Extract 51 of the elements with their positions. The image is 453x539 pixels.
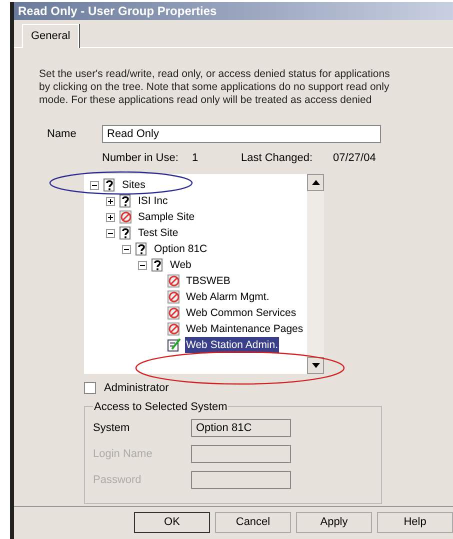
collapse-icon[interactable]	[106, 228, 115, 238]
collapse-icon[interactable]	[90, 180, 99, 190]
question-mark-icon	[119, 226, 133, 240]
dialog-button[interactable]: Cancel	[215, 512, 291, 533]
name-field[interactable]: Read Only	[102, 125, 381, 143]
name-label: Name	[47, 126, 78, 142]
collapse-icon[interactable]	[122, 244, 131, 254]
tree-item[interactable]: Sites	[121, 177, 146, 193]
tab[interactable]: General	[22, 24, 80, 48]
number-label: Number in Use:	[102, 150, 180, 166]
field-label: Login Name	[93, 446, 154, 462]
scrollbar[interactable]	[307, 174, 324, 374]
tree-item[interactable]: Web Station Admin.	[185, 337, 280, 353]
number-value: 1	[192, 150, 200, 166]
collapse-icon[interactable]	[138, 260, 147, 270]
dialog-button[interactable]: Help	[377, 512, 453, 533]
scroll-up-icon[interactable]	[307, 174, 324, 191]
window-title: Read Only - User Group Properties	[17, 4, 217, 18]
field-label: Password	[93, 472, 142, 488]
tree-item[interactable]: Test Site	[137, 225, 180, 241]
tree-item[interactable]: Web Common Services	[185, 305, 298, 321]
administrator-checkbox[interactable]	[84, 382, 96, 394]
tree-item[interactable]: Sample Site	[137, 209, 196, 225]
question-mark-icon	[103, 178, 117, 192]
pencil-document-icon	[167, 338, 181, 352]
no-entry-icon	[167, 274, 181, 288]
tree-item[interactable]: TBSWEB	[185, 273, 232, 289]
tree-item[interactable]: ISI Inc	[137, 193, 169, 209]
tree-item[interactable]: Web Maintenance Pages	[185, 321, 304, 337]
no-entry-icon	[119, 210, 133, 224]
changed-label: Last Changed:	[241, 150, 314, 166]
dialog-button[interactable]: OK	[134, 512, 210, 533]
question-mark-icon	[119, 194, 133, 208]
changed-value: 07/27/04	[333, 150, 376, 166]
no-entry-icon	[167, 306, 181, 320]
tree-item[interactable]: Option 81C	[153, 241, 208, 257]
scroll-down-icon[interactable]	[307, 357, 324, 374]
description: Set the user's read/write, read only, or access denied status for applications by clicking on the tree. Note that some applications do no support read only mode. For these applications read only will be treated as access denied	[39, 68, 391, 107]
dialog-button[interactable]: Apply	[296, 512, 372, 533]
group-title: Access to Selected System	[93, 400, 228, 414]
tree-item[interactable]: Web	[169, 257, 192, 273]
input-field[interactable]: Option 81C	[191, 419, 291, 437]
no-entry-icon	[167, 322, 181, 336]
administrator-label: Administrator	[104, 381, 169, 396]
tree-item[interactable]: Web Alarm Mgmt.	[185, 289, 270, 305]
field-label: System	[93, 420, 131, 436]
no-entry-icon	[167, 290, 181, 304]
expand-icon[interactable]	[106, 196, 115, 206]
question-mark-icon	[151, 258, 165, 272]
expand-icon[interactable]	[106, 212, 115, 222]
question-mark-icon	[135, 242, 149, 256]
